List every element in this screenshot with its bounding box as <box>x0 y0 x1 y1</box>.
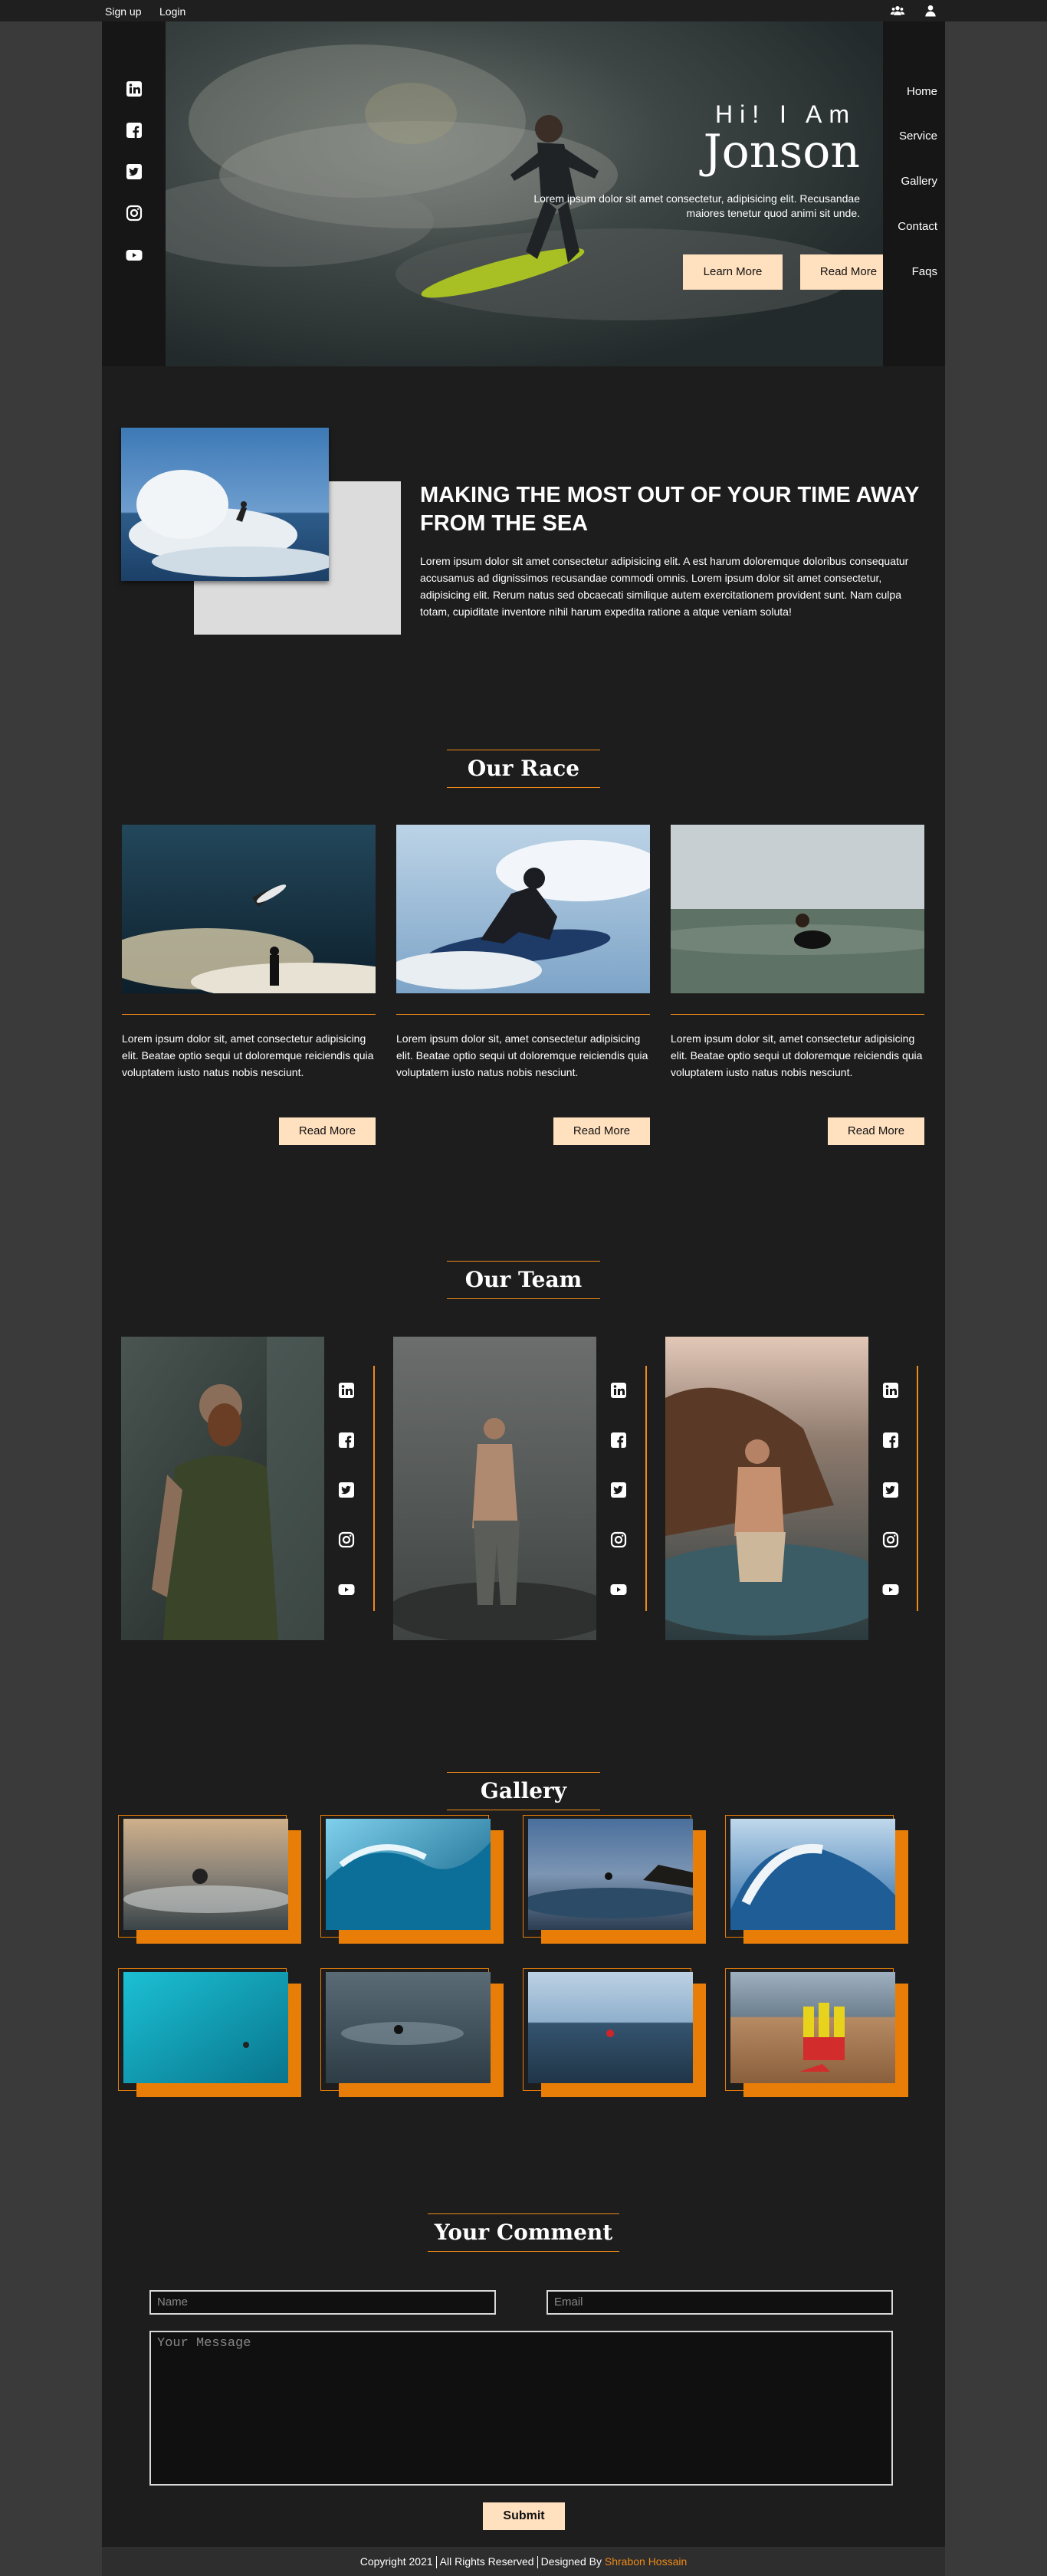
hero-banner: Hi! I Am Jonson Lorem ipsum dolor sit am… <box>166 21 883 366</box>
instagram-icon[interactable] <box>125 204 143 222</box>
race-read-more-button-1[interactable]: Read More <box>279 1117 376 1145</box>
facebook-icon[interactable] <box>881 1431 900 1449</box>
learn-more-button[interactable]: Learn More <box>683 254 783 290</box>
hero-name: Jonson <box>703 125 860 179</box>
facebook-icon[interactable] <box>125 121 143 139</box>
gallery-image-2[interactable] <box>326 1819 491 1930</box>
message-textarea[interactable]: Your Message <box>149 2331 893 2486</box>
race-card-text-2: Lorem ipsum dolor sit, amet consectetur … <box>396 1032 648 1078</box>
gallery-image-3[interactable] <box>528 1819 693 1930</box>
gallery-image-6[interactable] <box>326 1972 491 2083</box>
twitter-icon[interactable] <box>125 162 143 181</box>
youtube-icon[interactable] <box>609 1580 628 1599</box>
login-link[interactable]: Login <box>159 5 185 18</box>
race-card-text-1: Lorem ipsum dolor sit, amet consectetur … <box>122 1032 374 1078</box>
nav-contact[interactable]: Contact <box>898 220 937 233</box>
footer-rights: All Rights Reserved <box>439 2555 534 2568</box>
top-bar: Sign up Login <box>0 0 1047 21</box>
gallery-image-8[interactable] <box>730 1972 895 2083</box>
hero-text: Lorem ipsum dolor sit amet consectetur, … <box>533 192 860 219</box>
comment-heading-text: Your Comment <box>434 2220 613 2245</box>
about-title: MAKING THE MOST OUT OF YOUR TIME AWAY FR… <box>420 483 919 536</box>
footer-separator <box>537 2556 538 2569</box>
instagram-icon[interactable] <box>609 1531 628 1549</box>
race-heading: Our Race <box>447 750 600 788</box>
team-heading: Our Team <box>447 1261 600 1299</box>
nav-faqs[interactable]: Faqs <box>912 265 937 278</box>
linkedin-icon[interactable] <box>337 1381 356 1400</box>
instagram-icon[interactable] <box>337 1531 356 1549</box>
gallery-image-7[interactable] <box>528 1972 693 2083</box>
signup-link[interactable]: Sign up <box>105 5 141 18</box>
linkedin-icon[interactable] <box>881 1381 900 1400</box>
youtube-icon[interactable] <box>337 1580 356 1599</box>
team-member-photo-1 <box>121 1337 324 1640</box>
about-text: Lorem ipsum dolor sit amet consectetur a… <box>420 555 909 618</box>
race-divider-1 <box>122 1014 376 1015</box>
footer-separator <box>435 2556 437 2569</box>
footer: Copyright 2021 All Rights Reserved Designe… <box>102 2547 945 2576</box>
nav-gallery[interactable]: Gallery <box>901 175 937 188</box>
about-image <box>121 428 329 581</box>
race-divider-2 <box>396 1014 650 1015</box>
gallery-image-5[interactable] <box>123 1972 288 2083</box>
twitter-icon[interactable] <box>881 1481 900 1499</box>
race-read-more-button-2[interactable]: Read More <box>553 1117 650 1145</box>
team-divider-3 <box>917 1366 918 1611</box>
footer-designed-by: Designed By <box>540 2555 602 2568</box>
submit-button[interactable]: Submit <box>483 2502 565 2530</box>
team-heading-text: Our Team <box>464 1267 583 1292</box>
linkedin-icon[interactable] <box>125 80 143 98</box>
team-member-photo-2 <box>393 1337 596 1640</box>
race-heading-text: Our Race <box>467 756 580 781</box>
user-icon[interactable] <box>923 3 938 18</box>
nav-service[interactable]: Service <box>899 130 937 143</box>
twitter-icon[interactable] <box>609 1481 628 1499</box>
name-field[interactable]: Name <box>149 2290 496 2315</box>
race-image-1 <box>122 825 376 993</box>
side-nav: Home Service Gallery Contact Faqs <box>883 21 945 366</box>
linkedin-icon[interactable] <box>609 1381 628 1400</box>
footer-designer-link[interactable]: Shrabon Hossain <box>605 2555 687 2568</box>
race-divider-3 <box>671 1014 924 1015</box>
users-icon[interactable] <box>890 3 905 18</box>
email-field[interactable]: Email <box>546 2290 893 2315</box>
youtube-icon[interactable] <box>881 1580 900 1599</box>
gallery-heading: Gallery <box>447 1772 600 1810</box>
instagram-icon[interactable] <box>881 1531 900 1549</box>
facebook-icon[interactable] <box>337 1431 356 1449</box>
comment-heading: Your Comment <box>428 2213 619 2252</box>
footer-copyright: Copyright 2021 <box>359 2555 433 2568</box>
race-card-text-3: Lorem ipsum dolor sit, amet consectetur … <box>671 1032 923 1078</box>
twitter-icon[interactable] <box>337 1481 356 1499</box>
gallery-image-1[interactable] <box>123 1819 288 1930</box>
nav-home[interactable]: Home <box>907 85 937 98</box>
hero-social-column <box>102 21 166 366</box>
race-read-more-button-3[interactable]: Read More <box>828 1117 924 1145</box>
page-container: Hi! I Am Jonson Lorem ipsum dolor sit am… <box>102 21 945 2547</box>
youtube-icon[interactable] <box>125 246 143 264</box>
race-image-3 <box>671 825 924 993</box>
team-member-photo-3 <box>665 1337 868 1640</box>
gallery-image-4[interactable] <box>730 1819 895 1930</box>
facebook-icon[interactable] <box>609 1431 628 1449</box>
team-divider-1 <box>373 1366 375 1611</box>
gallery-heading-text: Gallery <box>480 1778 567 1803</box>
race-image-2 <box>396 825 650 993</box>
team-divider-2 <box>645 1366 647 1611</box>
